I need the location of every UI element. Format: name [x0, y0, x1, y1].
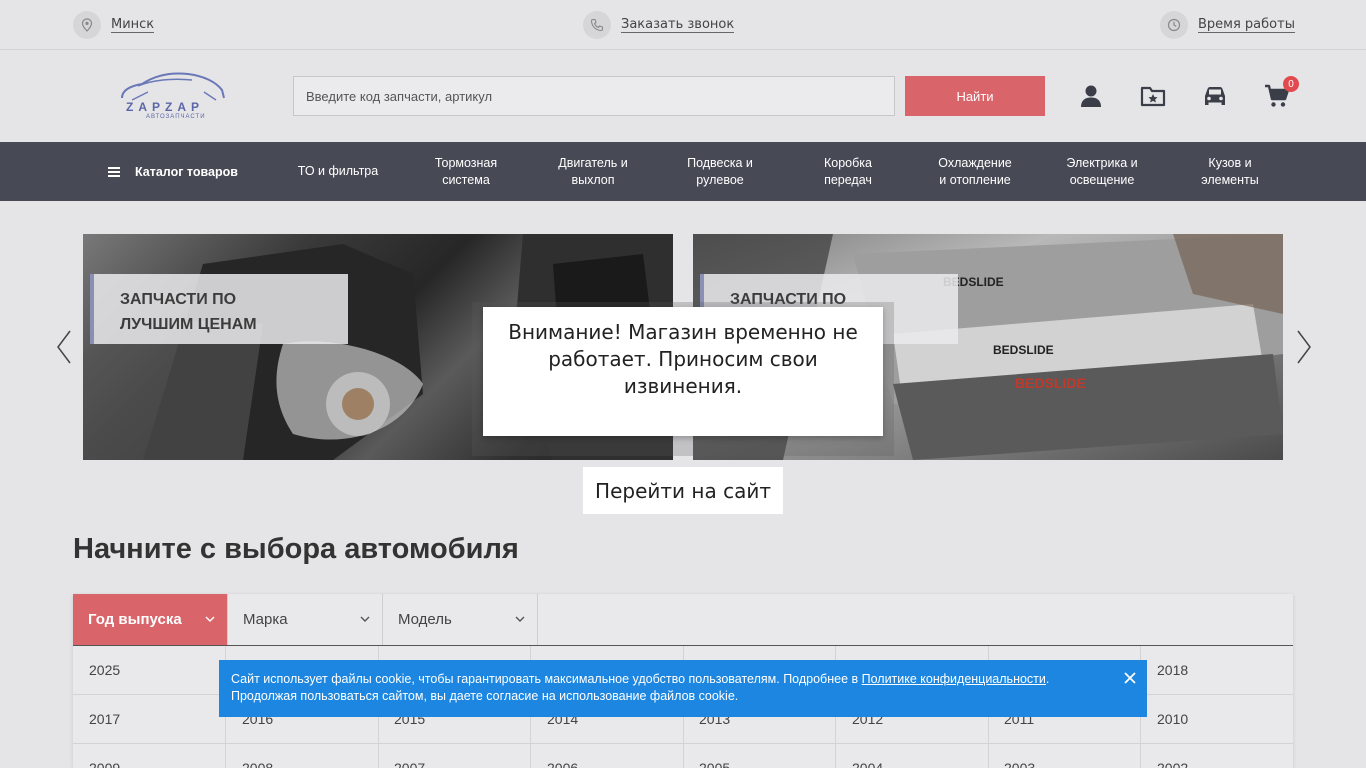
privacy-policy-link[interactable]: Политике конфиденциальности — [862, 672, 1046, 686]
brand-mark-middle: BEDSLIDE — [993, 343, 1054, 357]
slide-1-caption: ЗАПЧАСТИ ПО ЛУЧШИМ ЦЕНАМ — [90, 274, 348, 344]
close-icon[interactable] — [1123, 671, 1137, 685]
year-option[interactable]: 2006 — [531, 744, 684, 768]
nav-item-label: Электрика и освещение — [1066, 155, 1138, 187]
brand-mark-bottom: BEDSLIDE — [1015, 375, 1086, 391]
year-option[interactable]: 2010 — [1141, 695, 1293, 744]
nav-item-label: Охлаждение и отопление — [938, 155, 1012, 187]
hours-link[interactable]: Время работы — [1160, 11, 1295, 39]
year-option[interactable]: 2002 — [1141, 744, 1293, 768]
site-logo[interactable]: ZAPZAP АВТОЗАПЧАСТИ — [118, 68, 228, 126]
cookie-banner: Сайт использует файлы cookie, чтобы гара… — [219, 660, 1147, 717]
hamburger-icon — [108, 166, 120, 177]
clock-icon — [1160, 11, 1188, 39]
catalog-label: Каталог товаров — [135, 164, 238, 179]
location-pin-icon — [73, 11, 101, 39]
cart-count-badge: 0 — [1283, 76, 1299, 92]
tab-label: Марка — [243, 611, 288, 628]
nav-item-label: ТО и фильтра — [297, 164, 379, 178]
nav-item-label: Тормозная система — [434, 155, 498, 187]
garage-button[interactable] — [1201, 82, 1229, 110]
car-icon — [1205, 87, 1225, 105]
tab-label: Год выпуска — [88, 611, 182, 628]
nav-item-label: Подвеска и рулевое — [687, 155, 753, 187]
nav-item-electrics[interactable]: Электрика и освещение — [1047, 142, 1157, 201]
phone-icon — [583, 11, 611, 39]
nav-item-to-filters[interactable]: ТО и фильтра — [283, 142, 393, 201]
find-button[interactable]: Найти — [905, 76, 1045, 116]
logo-text: ZAPZAP — [126, 100, 204, 114]
callback-link[interactable]: Заказать звонок — [583, 11, 735, 39]
year-option[interactable]: 2017 — [73, 695, 226, 744]
nav-item-gearbox[interactable]: Коробка передач — [793, 142, 903, 201]
cookie-text-1: Сайт использует файлы cookie, чтобы гара… — [231, 672, 862, 686]
account-button[interactable] — [1077, 82, 1105, 110]
catalog-menu-button[interactable]: Каталог товаров — [108, 142, 238, 201]
tab-year[interactable]: Год выпуска — [73, 594, 228, 645]
section-title: Начните с выбора автомобиля — [73, 533, 519, 565]
slider-next-arrow-icon[interactable] — [1296, 330, 1312, 364]
nav-item-suspension[interactable]: Подвеска и рулевое — [665, 142, 775, 201]
city-label[interactable]: Минск — [111, 17, 155, 33]
nav-item-engine[interactable]: Двигатель и выхлоп — [538, 142, 648, 201]
year-option[interactable]: 2005 — [683, 744, 836, 768]
year-option[interactable]: 2008 — [226, 744, 379, 768]
nav-item-label: Кузов и элементы — [1201, 155, 1259, 187]
tab-model[interactable]: Модель — [383, 594, 538, 645]
chevron-down-icon — [360, 616, 370, 622]
nav-item-body[interactable]: Кузов и элементы — [1175, 142, 1285, 201]
header: ZAPZAP АВТОЗАПЧАСТИ Найти — [0, 50, 1366, 142]
year-option[interactable]: 2018 — [1141, 646, 1293, 695]
year-option[interactable]: 2007 — [378, 744, 531, 768]
user-icon — [1081, 85, 1101, 107]
logo-subtext: АВТОЗАПЧАСТИ — [146, 114, 206, 120]
favorites-button[interactable] — [1139, 82, 1167, 110]
year-option[interactable]: 2004 — [836, 744, 989, 768]
selector-tabs: Год выпуска Марка Модель — [73, 594, 1293, 646]
folder-star-icon — [1140, 86, 1166, 107]
nav-item-label: Двигатель и выхлоп — [558, 155, 628, 187]
main-nav: Каталог товаров ТО и фильтра Тормозная си… — [0, 142, 1366, 201]
top-bar: Минск Заказать звонок Время работы — [0, 0, 1366, 50]
year-option[interactable]: 2009 — [73, 744, 226, 768]
chevron-down-icon — [205, 616, 215, 622]
callback-label[interactable]: Заказать звонок — [621, 17, 735, 33]
tab-label: Модель — [398, 611, 452, 628]
year-option[interactable]: 2025 — [73, 646, 226, 695]
search-input[interactable] — [293, 76, 895, 116]
tab-brand[interactable]: Марка — [228, 594, 383, 645]
hours-label[interactable]: Время работы — [1198, 17, 1295, 33]
modal-message: Внимание! Магазин временно не работает. … — [508, 320, 858, 398]
slider-prev-arrow-icon[interactable] — [56, 330, 72, 364]
chevron-down-icon — [515, 616, 525, 622]
nav-item-brakes[interactable]: Тормозная система — [411, 142, 521, 201]
year-option[interactable]: 2003 — [988, 744, 1141, 768]
city-selector[interactable]: Минск — [73, 11, 155, 39]
goto-site-button[interactable]: Перейти на сайт — [583, 467, 783, 514]
nav-item-label: Коробка передач — [824, 155, 872, 187]
store-closed-modal: Внимание! Магазин временно не работает. … — [483, 307, 883, 436]
nav-item-cooling[interactable]: Охлаждение и отопление — [920, 142, 1030, 201]
